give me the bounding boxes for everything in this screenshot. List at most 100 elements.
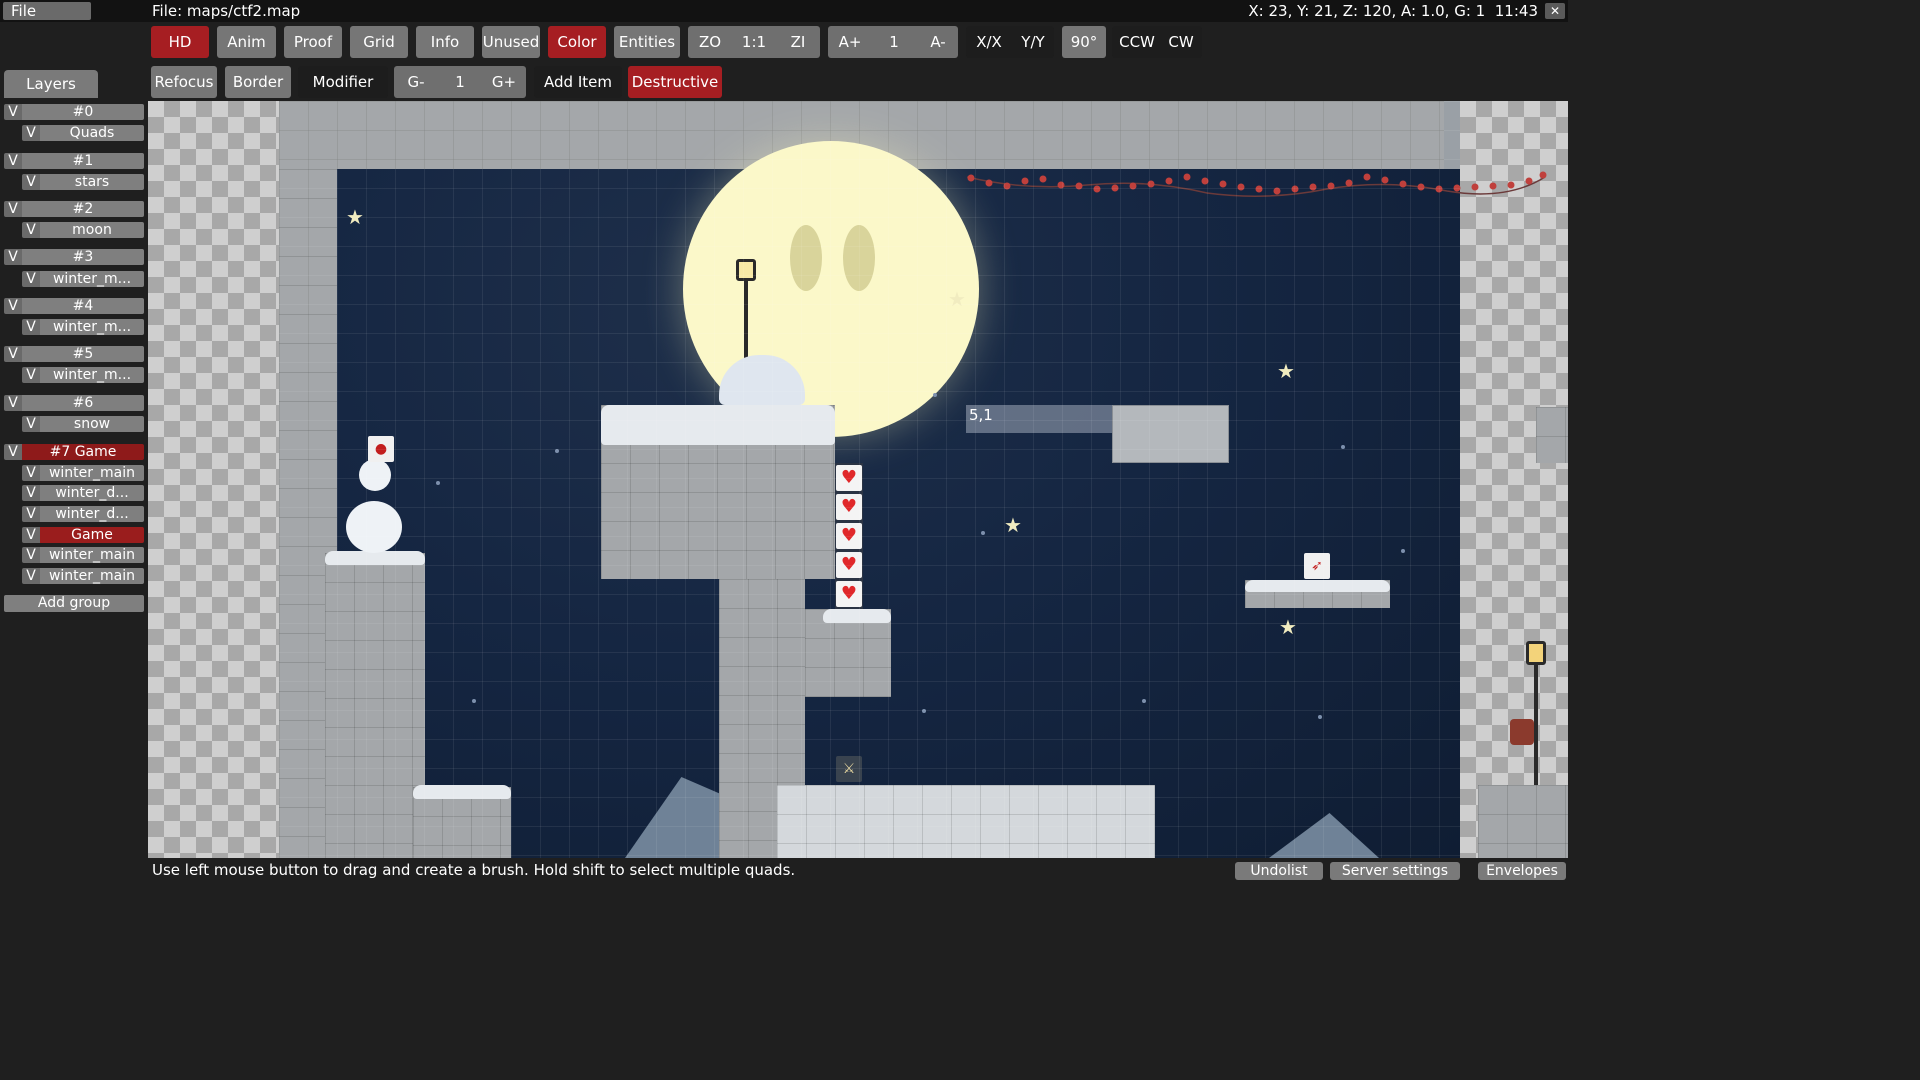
visibility-toggle[interactable]: V bbox=[4, 249, 22, 265]
snow-cap bbox=[325, 551, 425, 565]
lamp-light bbox=[736, 259, 756, 281]
layer-item[interactable]: V snow bbox=[22, 416, 144, 432]
star-dot bbox=[1341, 445, 1345, 449]
stone-floor bbox=[777, 785, 1155, 858]
visibility-toggle[interactable]: V bbox=[22, 271, 40, 287]
grid-decrease-button[interactable]: G- bbox=[396, 66, 436, 98]
close-button[interactable]: ✕ bbox=[1545, 3, 1565, 19]
layer-item-selected[interactable]: V Game bbox=[22, 527, 144, 543]
visibility-toggle[interactable]: V bbox=[22, 367, 40, 383]
zoom-reset-button[interactable]: 1:1 bbox=[733, 26, 775, 58]
rotate-ccw-button[interactable]: CCW bbox=[1114, 26, 1160, 58]
anim-speed-down-button[interactable]: A- bbox=[918, 26, 958, 58]
layer-item[interactable]: V Quads bbox=[22, 125, 144, 141]
visibility-toggle[interactable]: V bbox=[22, 547, 40, 563]
layers-tab[interactable]: Layers bbox=[4, 70, 98, 98]
stone-block bbox=[1478, 785, 1568, 858]
visibility-toggle[interactable]: V bbox=[22, 174, 40, 190]
layer-group-7[interactable]: V #7 Game bbox=[4, 444, 144, 460]
visibility-toggle[interactable]: V bbox=[4, 153, 22, 169]
layer-label: winter_main bbox=[40, 547, 144, 563]
grid-increase-button[interactable]: G+ bbox=[484, 66, 524, 98]
envelopes-button[interactable]: Envelopes bbox=[1478, 862, 1566, 880]
visibility-toggle[interactable]: V bbox=[4, 444, 22, 460]
visibility-toggle[interactable]: V bbox=[22, 222, 40, 238]
layer-label: winter_m... bbox=[40, 271, 144, 287]
visibility-toggle[interactable]: V bbox=[22, 506, 40, 522]
layer-item[interactable]: V stars bbox=[22, 174, 144, 190]
rotate-90-button[interactable]: 90° bbox=[1062, 26, 1106, 58]
proof-button[interactable]: Proof bbox=[284, 26, 342, 58]
file-title: File: maps/ctf2.map bbox=[152, 2, 301, 20]
layer-group-2[interactable]: V #2 bbox=[4, 201, 144, 217]
layer-item[interactable]: V winter_m... bbox=[22, 271, 144, 287]
visibility-toggle[interactable]: V bbox=[4, 395, 22, 411]
hint-text: Use left mouse button to drag and create… bbox=[152, 861, 796, 879]
stone-block bbox=[1536, 407, 1568, 463]
visibility-toggle[interactable]: V bbox=[4, 104, 22, 120]
layer-label: winter_d... bbox=[40, 485, 144, 501]
layer-item[interactable]: V winter_d... bbox=[22, 485, 144, 501]
visibility-toggle[interactable]: V bbox=[22, 465, 40, 481]
layer-group-6[interactable]: V #6 bbox=[4, 395, 144, 411]
layer-group-4[interactable]: V #4 bbox=[4, 298, 144, 314]
modifier-button[interactable]: Modifier bbox=[298, 66, 388, 98]
layer-item[interactable]: V winter_m... bbox=[22, 367, 144, 383]
rocket-icon: ➶ bbox=[1304, 553, 1330, 579]
visibility-toggle[interactable]: V bbox=[22, 125, 40, 141]
info-button[interactable]: Info bbox=[416, 26, 474, 58]
rotate-cw-button[interactable]: CW bbox=[1160, 26, 1202, 58]
flip-x-button[interactable]: X/X bbox=[968, 26, 1010, 58]
stone-platform-left bbox=[325, 553, 425, 858]
color-button[interactable]: Color bbox=[548, 26, 606, 58]
menu-bar: File File: maps/ctf2.map X: 23, Y: 21, Z… bbox=[0, 0, 1568, 22]
anim-button[interactable]: Anim bbox=[217, 26, 276, 58]
star-dot bbox=[555, 449, 559, 453]
layer-group-3[interactable]: V #3 bbox=[4, 249, 144, 265]
zoom-out-button[interactable]: ZO bbox=[690, 26, 730, 58]
group-label: #2 bbox=[22, 201, 144, 217]
visibility-toggle[interactable]: V bbox=[22, 568, 40, 584]
layer-item[interactable]: V moon bbox=[22, 222, 144, 238]
layer-group-0[interactable]: V #0 bbox=[4, 104, 144, 120]
layer-group-5[interactable]: V #5 bbox=[4, 346, 144, 362]
add-item-button[interactable]: Add Item bbox=[534, 66, 622, 98]
garland-lights bbox=[967, 171, 1547, 197]
layer-label: winter_main bbox=[40, 568, 144, 584]
undolist-button[interactable]: Undolist bbox=[1235, 862, 1323, 880]
zoom-in-button[interactable]: ZI bbox=[778, 26, 818, 58]
anim-speed-up-button[interactable]: A+ bbox=[830, 26, 870, 58]
visibility-toggle[interactable]: V bbox=[22, 416, 40, 432]
star-icon: ★ bbox=[1277, 359, 1295, 383]
layer-item[interactable]: V winter_main bbox=[22, 465, 144, 481]
layer-label: winter_m... bbox=[40, 367, 144, 383]
group-label: #4 bbox=[22, 298, 144, 314]
file-menu-button[interactable]: File bbox=[3, 2, 91, 20]
layer-item[interactable]: V winter_m... bbox=[22, 319, 144, 335]
layer-item[interactable]: V winter_d... bbox=[22, 506, 144, 522]
add-group-button[interactable]: Add group bbox=[4, 595, 144, 612]
refocus-button[interactable]: Refocus bbox=[151, 66, 217, 98]
layer-label: Game bbox=[40, 527, 144, 543]
flip-y-button[interactable]: Y/Y bbox=[1012, 26, 1054, 58]
entities-button[interactable]: Entities bbox=[614, 26, 680, 58]
unused-button[interactable]: Unused bbox=[482, 26, 540, 58]
visibility-toggle[interactable]: V bbox=[22, 527, 40, 543]
visibility-toggle[interactable]: V bbox=[4, 201, 22, 217]
visibility-toggle[interactable]: V bbox=[22, 485, 40, 501]
visibility-toggle[interactable]: V bbox=[4, 298, 22, 314]
group-label: #1 bbox=[22, 153, 144, 169]
layer-group-1[interactable]: V #1 bbox=[4, 153, 144, 169]
grid-button[interactable]: Grid bbox=[350, 26, 408, 58]
destructive-button[interactable]: Destructive bbox=[628, 66, 722, 98]
snow-cap bbox=[601, 405, 835, 445]
map-viewport[interactable]: ★ ★ ★ ★ ★ 5,1 ♥ ♥ ♥ ♥ ♥ ● ➶ ⚔ bbox=[148, 101, 1568, 858]
visibility-toggle[interactable]: V bbox=[22, 319, 40, 335]
server-settings-button[interactable]: Server settings bbox=[1330, 862, 1460, 880]
hd-button[interactable]: HD bbox=[151, 26, 209, 58]
star-dot bbox=[1401, 549, 1405, 553]
visibility-toggle[interactable]: V bbox=[4, 346, 22, 362]
border-button[interactable]: Border bbox=[225, 66, 291, 98]
layer-item[interactable]: V winter_main bbox=[22, 547, 144, 563]
layer-item[interactable]: V winter_main bbox=[22, 568, 144, 584]
